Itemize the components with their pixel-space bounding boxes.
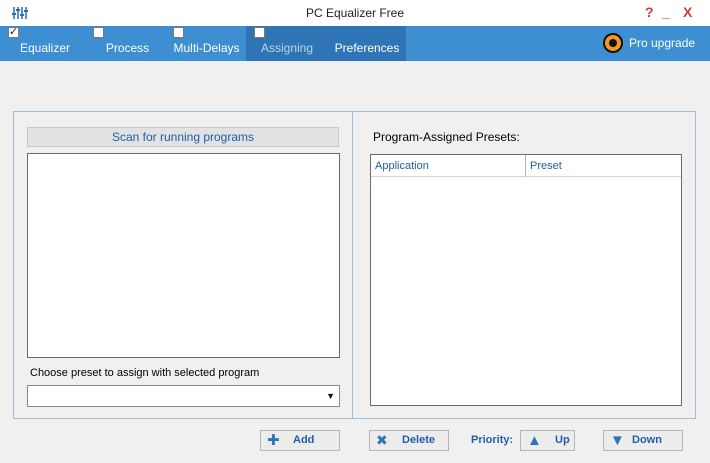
tab-equalizer-checkbox[interactable] (8, 25, 19, 38)
column-header-preset[interactable]: Preset (526, 155, 681, 177)
panel-divider (352, 111, 353, 419)
pro-upgrade-button[interactable]: Pro upgrade (603, 32, 695, 54)
preset-select[interactable]: ▼ (27, 385, 340, 407)
plus-icon: ✚ (267, 432, 280, 449)
title-bar: PC Equalizer Free ? _ X (0, 0, 710, 26)
priority-down-button[interactable]: ▼ Down (603, 430, 683, 451)
scan-running-programs-button[interactable]: Scan for running programs (27, 127, 339, 147)
minimize-button[interactable]: _ (662, 4, 670, 20)
delete-button[interactable]: ✖ Delete (369, 430, 449, 451)
delete-x-icon: ✖ (376, 432, 388, 448)
add-button[interactable]: ✚ Add (260, 430, 340, 451)
tab-preferences[interactable]: Preferences (328, 26, 406, 61)
tab-assigning-label: Assigning (260, 41, 314, 55)
running-programs-list[interactable] (27, 153, 340, 358)
tab-equalizer-label: Equalizer (19, 41, 71, 55)
arrow-down-icon: ▼ (610, 432, 625, 449)
priority-up-label: Up (555, 434, 570, 446)
window-title: PC Equalizer Free (305, 6, 405, 20)
help-button[interactable]: ? (645, 4, 654, 20)
column-header-application[interactable]: Application (371, 155, 526, 177)
tab-multi-delays[interactable]: Multi-Delays (165, 26, 248, 61)
tab-multi-delays-checkbox[interactable] (173, 27, 184, 38)
pro-upgrade-logo-icon (603, 33, 623, 53)
program-assigned-presets-label: Program-Assigned Presets: (373, 130, 520, 144)
arrow-up-icon: ▲ (527, 432, 542, 449)
tab-process[interactable]: Process (85, 26, 170, 61)
add-button-label: Add (293, 434, 315, 446)
priority-down-label: Down (632, 434, 662, 446)
tab-process-label: Process (105, 41, 150, 55)
tab-assigning-checkbox[interactable] (254, 27, 265, 38)
priority-label: Priority: (471, 434, 514, 446)
tab-assigning[interactable]: Assigning (246, 26, 328, 61)
priority-up-button[interactable]: ▲ Up (520, 430, 575, 451)
assigned-presets-table[interactable]: Application Preset (370, 154, 682, 406)
tab-multi-delays-label: Multi-Delays (173, 41, 240, 55)
tab-equalizer[interactable]: Equalizer (0, 25, 90, 61)
tab-process-checkbox[interactable] (93, 27, 104, 38)
pro-upgrade-label: Pro upgrade (629, 36, 696, 50)
delete-button-label: Delete (402, 434, 436, 446)
dropdown-arrow-icon[interactable]: ▼ (326, 391, 335, 401)
close-button[interactable]: X (683, 4, 692, 20)
tab-preferences-label: Preferences (334, 41, 400, 55)
table-header: Application Preset (371, 155, 681, 177)
choose-preset-label: Choose preset to assign with selected pr… (30, 367, 260, 379)
